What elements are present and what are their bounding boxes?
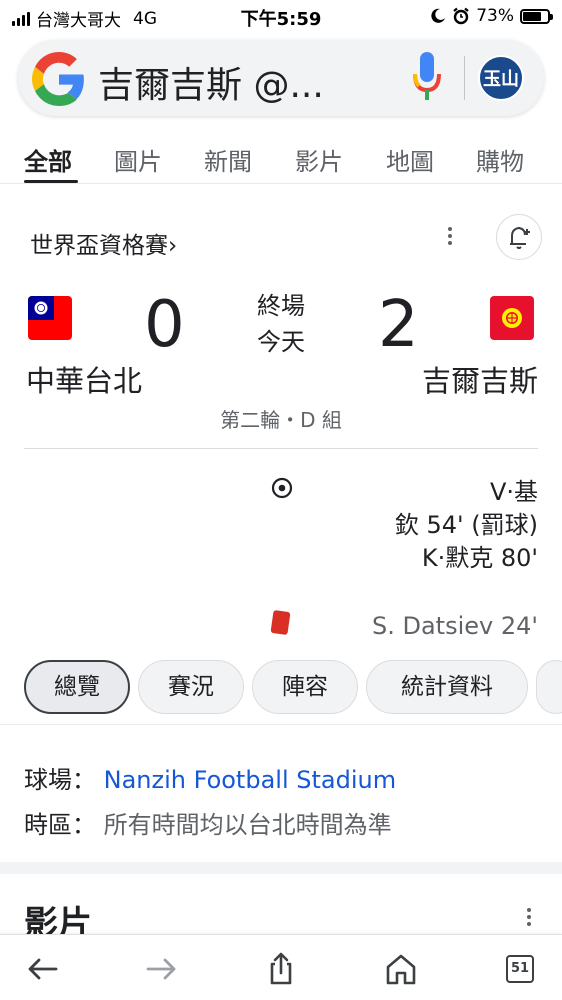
videos-more-icon[interactable] (522, 906, 536, 932)
tab-all[interactable]: 全部 (24, 142, 72, 177)
status-bar-right: 73% (430, 6, 553, 26)
tab-shopping[interactable]: 購物 (476, 142, 524, 177)
section-separator (0, 862, 562, 874)
red-card-event: S. Datsiev 24' (372, 612, 538, 640)
tab-news[interactable]: 新聞 (204, 142, 252, 177)
search-bar[interactable]: 吉爾吉斯 @... 玉山 (18, 40, 544, 116)
match-status: 終場 (257, 292, 305, 320)
tab-switcher-button[interactable]: 51 (506, 955, 534, 983)
home-icon[interactable] (381, 949, 421, 989)
home-team-flag (28, 296, 72, 340)
active-tab-indicator (24, 180, 78, 183)
timezone-value: 所有時間均以台北時間為準 (103, 811, 392, 839)
chip-overview[interactable]: 總覽 (24, 660, 130, 714)
browser-toolbar: 51 (0, 934, 562, 1000)
search-divider (464, 56, 465, 100)
goal-events: V·基 欽 54' (罰球) K·默克 80' (395, 476, 538, 575)
goal-event-line: V·基 (489, 478, 538, 506)
chip-match-progress[interactable]: 賽況 (138, 660, 244, 714)
timezone-row: 時區： 所有時間均以台北時間為準 (24, 805, 392, 840)
competition-link[interactable]: 世界盃資格賽› (30, 226, 177, 260)
tab-maps[interactable]: 地圖 (386, 142, 434, 177)
match-date: 今天 (257, 328, 305, 356)
back-icon[interactable] (22, 949, 62, 989)
more-options-icon[interactable] (438, 224, 462, 254)
away-team-flag (490, 296, 534, 340)
alarm-icon (453, 7, 469, 25)
tab-videos[interactable]: 影片 (295, 142, 343, 177)
notify-button[interactable] (496, 214, 542, 260)
bell-add-icon (510, 227, 530, 249)
match-round: 第二輪・D 組 (220, 408, 342, 432)
goal-event-line: 欽 54' (罰球) (394, 511, 538, 539)
away-team-name[interactable]: 吉爾吉斯 (422, 358, 538, 400)
goal-event-line: K·默克 80' (421, 544, 538, 572)
battery-icon (520, 8, 553, 24)
videos-section-title: 影片 (24, 904, 92, 936)
home-score: 0 (144, 288, 185, 362)
tab-images[interactable]: 圖片 (114, 142, 162, 177)
timezone-label: 時區： (24, 811, 96, 839)
microphone-icon[interactable] (410, 48, 444, 108)
account-avatar[interactable]: 玉山 (478, 55, 524, 101)
goal-icon (271, 477, 293, 499)
home-team-name[interactable]: 中華台北 (26, 358, 142, 400)
chip-more[interactable] (536, 660, 562, 714)
venue-label: 球場： (24, 766, 96, 794)
away-score: 2 (378, 288, 419, 362)
status-bar: 台灣大哥大 4G 下午5:59 73% (0, 0, 562, 32)
chip-stats[interactable]: 統計資料 (366, 660, 528, 714)
share-icon[interactable] (261, 949, 301, 989)
card-divider (24, 448, 538, 449)
search-input[interactable]: 吉爾吉斯 @... (98, 56, 324, 108)
red-card-icon (270, 609, 291, 636)
search-tabs: 全部 圖片 新聞 影片 地圖 購物 (0, 132, 562, 184)
venue-row: 球場： Nanzih Football Stadium (24, 760, 396, 795)
forward-icon[interactable] (142, 949, 182, 989)
battery-percent: 73% (476, 6, 514, 26)
section-divider (0, 724, 562, 725)
moon-icon (431, 8, 446, 23)
google-logo-icon[interactable] (32, 52, 86, 106)
match-chips: 總覽 賽況 陣容 統計資料 (0, 660, 562, 716)
venue-link[interactable]: Nanzih Football Stadium (104, 766, 396, 794)
chip-lineups[interactable]: 陣容 (252, 660, 358, 714)
